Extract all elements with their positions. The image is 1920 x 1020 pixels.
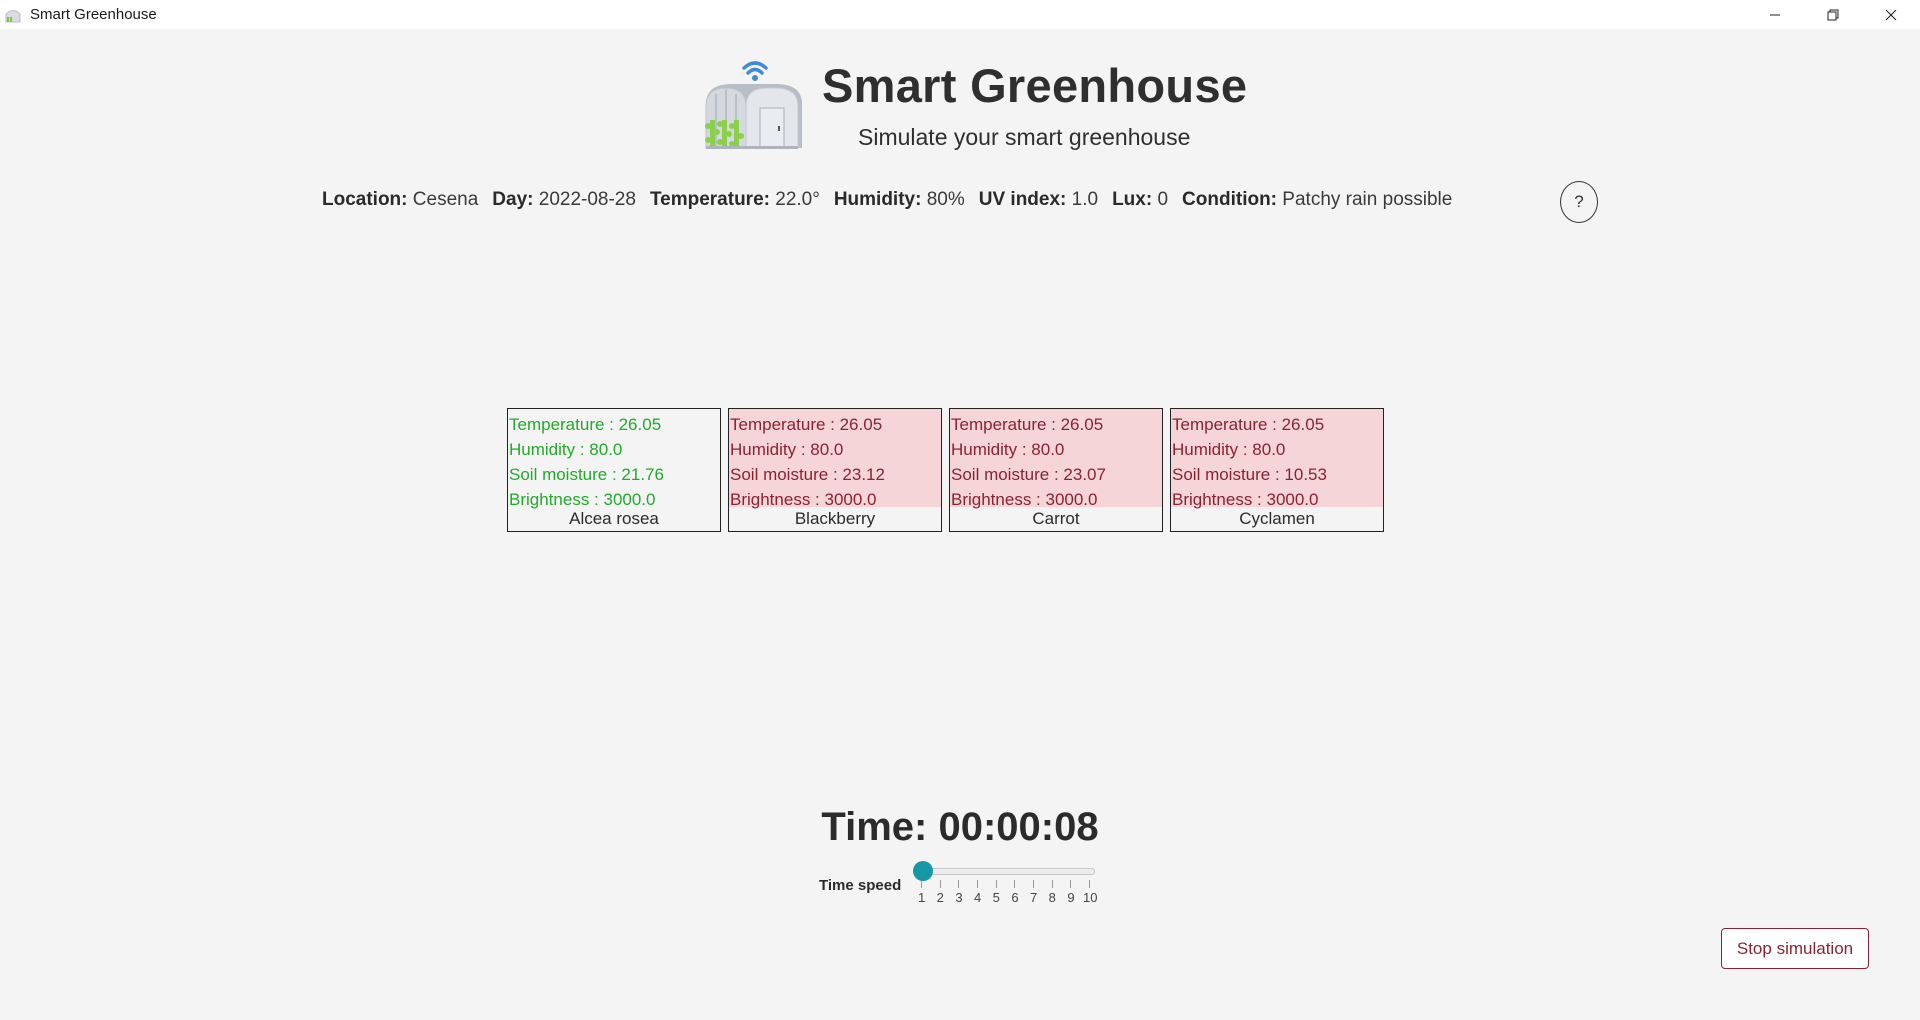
- simulation-time: Time: 00:00:08: [821, 805, 1099, 849]
- plant-humidity: Humidity : 80.0: [951, 440, 1065, 459]
- slider-tick-labels: 1 2 3 4 5 6 7 8 9 10: [917, 890, 1107, 906]
- greenhouse-logo-icon: [705, 61, 802, 149]
- uv-value: 1.0: [1071, 189, 1099, 210]
- plant-humidity: Humidity : 80.0: [509, 440, 623, 459]
- stop-simulation-button[interactable]: Stop simulation: [1721, 928, 1869, 969]
- plant-humidity: Humidity : 80.0: [730, 440, 844, 459]
- plant-soil-moisture: Soil moisture : 10.53: [1172, 465, 1327, 484]
- location-label: Location:: [322, 189, 408, 210]
- lux-value: 0: [1157, 189, 1169, 210]
- slider-tick: [1051, 880, 1053, 888]
- lux-label: Lux:: [1112, 189, 1153, 210]
- plant-cards: Temperature : 26.05 Humidity : 80.0 Soil…: [507, 408, 1391, 532]
- slider-thumb[interactable]: [913, 861, 933, 881]
- slider-tick: [1033, 880, 1034, 888]
- slider-tick: [939, 880, 941, 888]
- time-speed-slider[interactable]: 1 2 3 4 5 6 7 8 9 10: [913, 860, 1097, 910]
- plant-name: Blackberry: [794, 509, 876, 528]
- plant-soil-moisture: Soil moisture : 23.12: [730, 465, 885, 484]
- plant-metrics: Temperature : 26.05 Humidity : 80.0 Soil…: [950, 409, 1162, 509]
- location-info: Location: Cesena: [322, 189, 478, 211]
- slider-tick-label: 9: [1067, 890, 1075, 905]
- location-value: Cesena: [412, 189, 479, 210]
- plant-metrics: Temperature : 26.05 Humidity : 80.0 Soil…: [729, 409, 941, 509]
- slider-tick-label: 6: [1011, 890, 1019, 905]
- slider-tick: [1070, 880, 1072, 888]
- slider-tick-label: 5: [992, 890, 1000, 905]
- plant-metrics: Temperature : 26.05 Humidity : 80.0 Soil…: [508, 409, 720, 509]
- day-value: 2022-08-28: [538, 189, 636, 210]
- close-icon[interactable]: [1862, 0, 1920, 29]
- plant-metrics: Temperature : 26.05 Humidity : 80.0 Soil…: [1171, 409, 1383, 509]
- plant-soil-moisture: Soil moisture : 21.76: [509, 465, 664, 484]
- plant-name: Carrot: [1032, 509, 1080, 528]
- slider-tick: [1089, 880, 1090, 888]
- plant-card-blackberry[interactable]: Temperature : 26.05 Humidity : 80.0 Soil…: [728, 408, 942, 532]
- restore-icon[interactable]: [1804, 0, 1862, 29]
- plant-temperature: Temperature : 26.05: [509, 415, 662, 434]
- slider-tick-label: 7: [1030, 890, 1038, 905]
- help-button[interactable]: ?: [1560, 181, 1598, 223]
- plant-name: Alcea rosea: [569, 509, 659, 528]
- slider-tick: [1014, 880, 1016, 888]
- slider-ticks: [921, 880, 1094, 890]
- slider-tick: [977, 880, 978, 888]
- slider-tick: [995, 880, 997, 888]
- slider-tick: [958, 880, 960, 888]
- slider-tick-label: 1: [918, 890, 926, 905]
- humidity-info: Humidity: 80%: [834, 189, 965, 211]
- slider-tick-label: 4: [974, 890, 982, 905]
- uv-label: UV index:: [978, 189, 1067, 210]
- condition-label: Condition:: [1182, 189, 1278, 210]
- slider-tick-label: 10: [1083, 890, 1098, 905]
- slider-tick-label: 3: [955, 890, 963, 905]
- humidity-label: Humidity:: [833, 189, 922, 210]
- time-speed-label: Time speed: [819, 877, 902, 894]
- day-label: Day:: [492, 189, 534, 210]
- minimize-icon[interactable]: [1746, 0, 1804, 29]
- temperature-value: 22.0°: [775, 189, 820, 210]
- page-subtitle: Simulate your smart greenhouse: [858, 124, 1191, 150]
- slider-tick-label: 8: [1048, 890, 1056, 905]
- window-title: Smart Greenhouse: [30, 6, 157, 23]
- plant-temperature: Temperature : 26.05: [1172, 415, 1325, 434]
- plant-temperature: Temperature : 26.05: [730, 415, 883, 434]
- temperature-info: Temperature: 22.0°: [650, 189, 820, 211]
- plant-humidity: Humidity : 80.0: [1172, 440, 1286, 459]
- lux-info: Lux: 0: [1112, 189, 1168, 211]
- humidity-value: 80%: [926, 189, 965, 210]
- day-info: Day: 2022-08-28: [492, 189, 636, 211]
- window-titlebar: Smart Greenhouse: [0, 0, 1920, 29]
- plant-name: Cyclamen: [1239, 509, 1315, 528]
- slider-tick: [921, 880, 922, 888]
- plant-temperature: Temperature : 26.05: [951, 415, 1104, 434]
- weather-info-bar: Location: Cesena Day: 2022-08-28 Tempera…: [322, 189, 1466, 211]
- temperature-label: Temperature:: [649, 189, 770, 210]
- slider-track[interactable]: [921, 868, 1095, 875]
- plant-card-alcea-rosea[interactable]: Temperature : 26.05 Humidity : 80.0 Soil…: [507, 408, 721, 532]
- greenhouse-app-icon: [5, 9, 21, 22]
- uv-info: UV index: 1.0: [979, 189, 1098, 211]
- plant-card-carrot[interactable]: Temperature : 26.05 Humidity : 80.0 Soil…: [949, 408, 1163, 532]
- plant-card-cyclamen[interactable]: Temperature : 26.05 Humidity : 80.0 Soil…: [1170, 408, 1384, 532]
- slider-tick-label: 2: [936, 890, 944, 905]
- page-title: Smart Greenhouse: [822, 59, 1248, 112]
- condition-value: Patchy rain possible: [1282, 189, 1453, 210]
- plant-soil-moisture: Soil moisture : 23.07: [951, 465, 1106, 484]
- condition-info: Condition: Patchy rain possible: [1182, 189, 1452, 211]
